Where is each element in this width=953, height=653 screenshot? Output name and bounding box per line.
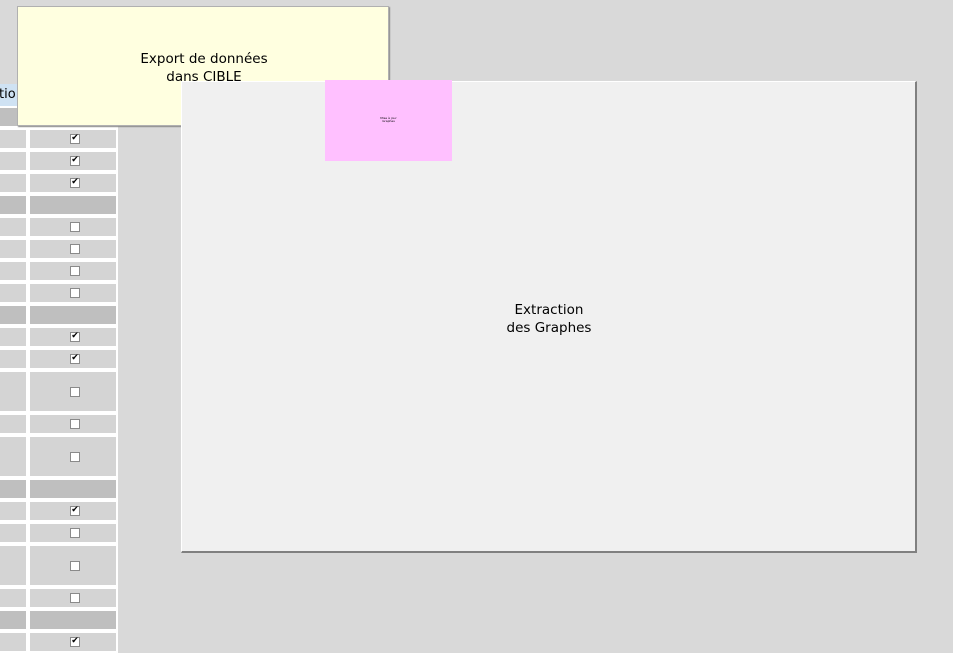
extract-graphs-button[interactable]: Extraction des Graphes xyxy=(181,81,917,553)
small-pink-label: Mise à jour Graphes xyxy=(380,116,397,123)
row-label-cell xyxy=(0,478,28,500)
checkbox-unchecked[interactable] xyxy=(70,244,80,254)
row-label-cell xyxy=(0,500,28,522)
row-label-cell xyxy=(0,326,28,348)
checkbox-checked[interactable] xyxy=(70,506,80,516)
row-label-cell xyxy=(0,128,28,150)
checkbox-unchecked[interactable] xyxy=(70,288,80,298)
checkbox-unchecked[interactable] xyxy=(70,387,80,397)
row-label-cell xyxy=(0,609,28,631)
row-label-cell xyxy=(0,172,28,194)
checkbox-unchecked[interactable] xyxy=(70,419,80,429)
row-label-cell xyxy=(0,260,28,282)
extract-graphs-label: Extraction des Graphes xyxy=(506,302,592,336)
checkbox-unchecked[interactable] xyxy=(70,528,80,538)
checkbox-unchecked[interactable] xyxy=(70,452,80,462)
row-check-cell xyxy=(28,304,118,326)
checkbox-unchecked[interactable] xyxy=(70,266,80,276)
row-label-cell xyxy=(0,304,28,326)
row-label-cell xyxy=(0,238,28,260)
row-label-cell xyxy=(0,216,28,238)
row-label-cell xyxy=(0,413,28,435)
row-label-cell xyxy=(0,194,28,216)
checkbox-checked[interactable] xyxy=(70,156,80,166)
row-check-cell xyxy=(28,609,118,631)
row-label-cell xyxy=(0,631,28,653)
row-label-cell xyxy=(0,150,28,172)
small-pink-button[interactable]: Mise à jour Graphes xyxy=(325,80,452,161)
column-header: tio xyxy=(0,84,18,107)
row-label-cell xyxy=(0,435,28,478)
checkbox-checked[interactable] xyxy=(70,134,80,144)
checkbox-checked[interactable] xyxy=(70,178,80,188)
checkbox-checked[interactable] xyxy=(70,332,80,342)
checkbox-unchecked[interactable] xyxy=(70,561,80,571)
row-check-cell xyxy=(28,478,118,500)
checkbox-unchecked[interactable] xyxy=(70,222,80,232)
row-label-cell xyxy=(0,522,28,544)
checkbox-checked[interactable] xyxy=(70,354,80,364)
checkbox-unchecked[interactable] xyxy=(70,593,80,603)
row-label-cell xyxy=(0,282,28,304)
row-label-cell xyxy=(0,348,28,370)
row-label-cell xyxy=(0,370,28,413)
row-label-cell xyxy=(0,544,28,587)
row-check-cell xyxy=(28,194,118,216)
row-label-cell xyxy=(0,587,28,609)
